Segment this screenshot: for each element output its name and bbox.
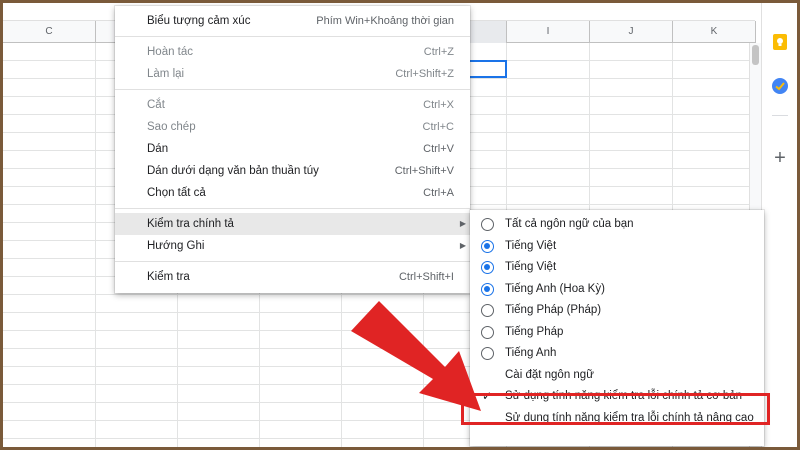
menu-item-shortcut: Ctrl+C — [422, 121, 454, 133]
radio-button[interactable] — [481, 261, 494, 274]
menu-separator — [115, 89, 470, 90]
submenu-item[interactable]: Cài đặt ngôn ngữ — [470, 365, 764, 387]
menu-item[interactable]: Dán dưới dạng văn bản thuần túy Ctrl+Shif… — [115, 160, 470, 182]
side-divider — [772, 115, 788, 116]
menu-item[interactable]: Kiểm tra chính tả ▶ — [115, 213, 470, 235]
tasks-icon[interactable] — [771, 77, 789, 95]
screen-frame: C IJK + Biểu tượng cảm xúc Phím Win+Khoảng… — [3, 3, 797, 447]
submenu-arrow-icon: ▶ — [459, 219, 466, 228]
menu-item[interactable]: Cắt Ctrl+X — [115, 94, 470, 116]
submenu-item[interactable]: Tiếng Anh (Hoa Kỳ) — [470, 279, 764, 301]
menu-item-label: Làm lại — [147, 68, 185, 80]
scrollbar-thumb[interactable] — [752, 45, 759, 65]
menu-item[interactable]: Hoàn tác Ctrl+Z — [115, 41, 470, 63]
highlight-box-annotation — [461, 393, 770, 425]
menu-item-label: Sao chép — [147, 121, 196, 133]
menu-item-shortcut: Ctrl+Shift+I — [398, 271, 454, 283]
menu-separator — [115, 208, 470, 209]
menu-item-label: Hoàn tác — [147, 46, 194, 58]
submenu-item-label: Tiếng Pháp (Pháp) — [505, 304, 602, 316]
radio-button[interactable] — [481, 218, 494, 231]
column-header[interactable]: K — [673, 21, 756, 43]
submenu-item[interactable]: Tiếng Pháp — [470, 322, 764, 344]
menu-item[interactable]: Sao chép Ctrl+C — [115, 116, 470, 138]
submenu-item[interactable]: Tiếng Anh — [470, 343, 764, 365]
submenu-item[interactable]: Tất cả ngôn ngữ của bạn — [470, 214, 764, 236]
menu-item-label: Dán — [147, 143, 169, 155]
column-header[interactable]: I — [507, 21, 590, 43]
menu-item-label: Dán dưới dạng văn bản thuần túy — [147, 165, 319, 177]
column-header[interactable]: C — [3, 21, 96, 43]
submenu-item-label: Tiếng Anh (Hoa Kỳ) — [505, 282, 605, 295]
menu-item-shortcut: Ctrl+Shift+V — [394, 165, 454, 177]
menu-item-label: Biểu tượng cảm xúc — [147, 15, 251, 27]
menu-item[interactable]: Biểu tượng cảm xúc Phím Win+Khoảng thời g… — [115, 10, 470, 32]
menu-item-shortcut: Phím Win+Khoảng thời gian — [316, 15, 454, 27]
submenu-item[interactable]: Tiếng Việt — [470, 236, 764, 258]
submenu-item-label: Tiếng Việt — [505, 239, 557, 252]
menu-item-label: Kiểm tra — [147, 271, 190, 283]
menu-item[interactable]: Hướng Ghi ▶ — [115, 235, 470, 257]
menu-item-label: Cắt — [147, 99, 165, 111]
menu-item[interactable]: Dán Ctrl+V — [115, 138, 470, 160]
menu-item-shortcut: Ctrl+V — [423, 143, 454, 155]
submenu-item[interactable]: Tiếng Pháp (Pháp) — [470, 300, 764, 322]
menu-separator — [115, 36, 470, 37]
menu-item-label: Kiểm tra chính tả — [147, 218, 234, 230]
submenu-item[interactable]: Tiếng Việt — [470, 257, 764, 279]
menu-item[interactable]: Kiểm tra Ctrl+Shift+I — [115, 266, 470, 288]
menu-separator — [115, 261, 470, 262]
keep-icon[interactable] — [771, 33, 789, 51]
submenu-item-label: Cài đặt ngôn ngữ — [505, 368, 594, 381]
submenu-item-label: Tất cả ngôn ngữ của bạn — [505, 218, 634, 230]
submenu-item-label: Tiếng Pháp — [505, 325, 564, 338]
add-icon[interactable]: + — [771, 148, 789, 168]
submenu-item-label: Tiếng Anh — [505, 347, 557, 359]
side-panel: + — [761, 3, 797, 447]
menu-item-shortcut: Ctrl+Z — [423, 46, 454, 58]
menu-item-shortcut: Ctrl+A — [423, 187, 454, 199]
submenu-item-label: Tiếng Việt — [505, 261, 557, 273]
grid-column-line — [95, 43, 96, 447]
menu-item-label: Hướng Ghi — [147, 240, 205, 252]
submenu-arrow-icon: ▶ — [459, 241, 466, 250]
menu-item-shortcut: Ctrl+Shift+Z — [395, 68, 454, 80]
menu-item-shortcut: Ctrl+X — [423, 99, 454, 111]
column-header[interactable]: J — [590, 21, 673, 43]
menu-item[interactable]: Chọn tất cả Ctrl+A — [115, 182, 470, 204]
menu-item-label: Chọn tất cả — [147, 187, 206, 199]
menu-item[interactable]: Làm lại Ctrl+Shift+Z — [115, 63, 470, 85]
radio-button[interactable] — [481, 239, 494, 253]
context-menu: Biểu tượng cảm xúc Phím Win+Khoảng thời g… — [115, 6, 470, 293]
